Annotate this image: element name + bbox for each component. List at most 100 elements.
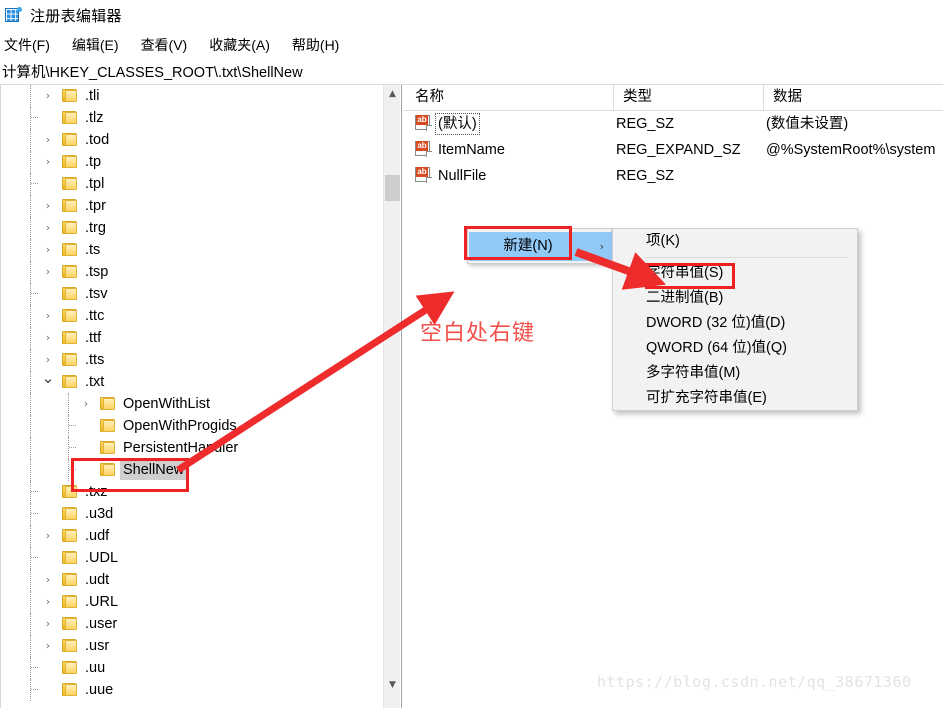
tree-item-txz[interactable]: .txz (0, 481, 383, 503)
chevron-right-icon[interactable]: › (41, 595, 55, 609)
folder-icon (62, 375, 77, 388)
context-menu-item-new[interactable]: 新建(N) › (469, 232, 612, 261)
folder-icon (62, 507, 77, 520)
chevron-right-icon[interactable]: › (41, 265, 55, 279)
tree-guide-line (30, 85, 31, 107)
tree-twig-line (31, 117, 38, 118)
tree-twig-line (31, 557, 38, 558)
tree-item-tod[interactable]: › .tod (0, 129, 383, 151)
value-row[interactable]: ab (默认) REG_SZ (数值未设置) (403, 111, 943, 137)
address-bar[interactable]: 计算机\HKEY_CLASSES_ROOT\.txt\ShellNew (0, 58, 943, 85)
tree-item-user[interactable]: › .user (0, 613, 383, 635)
chevron-right-icon[interactable]: › (41, 353, 55, 367)
tree-item-tts[interactable]: › .tts (0, 349, 383, 371)
tree-guide-line (30, 613, 31, 635)
chevron-down-icon[interactable]: ⌄ (41, 371, 55, 386)
tree-item-label: .udt (85, 572, 110, 588)
tree-guide-line (30, 415, 31, 437)
tree-item-tpl[interactable]: .tpl (0, 173, 383, 195)
tree-item-openwithprogids[interactable]: OpenWithProgids (0, 415, 383, 437)
chevron-right-icon[interactable]: › (41, 617, 55, 631)
value-row[interactable]: ab ItemName REG_EXPAND_SZ @%SystemRoot%\sys… (403, 137, 943, 163)
title-bar: 注册表编辑器 (0, 0, 943, 30)
tree-item-udt[interactable]: › .udt (0, 569, 383, 591)
chevron-right-icon[interactable]: › (79, 397, 93, 411)
chevron-right-icon[interactable]: › (41, 221, 55, 235)
menu-help[interactable]: 帮助(H) (281, 33, 350, 57)
tree-item-label: .tp (85, 154, 102, 170)
tree-item-ts[interactable]: › .ts (0, 239, 383, 261)
chevron-right-icon[interactable]: › (41, 639, 55, 653)
scroll-up-icon[interactable]: ▲ (384, 86, 401, 103)
scroll-down-icon[interactable]: ▼ (384, 677, 401, 694)
folder-icon (62, 111, 77, 124)
tree-item-tp[interactable]: › .tp (0, 151, 383, 173)
tree-item-uu[interactable]: .uu (0, 657, 383, 679)
chevron-right-icon[interactable]: › (41, 529, 55, 543)
tree-item-tsv[interactable]: .tsv (0, 283, 383, 305)
submenu-item-expandable-str[interactable]: 可扩充字符串值(E) (613, 386, 857, 411)
tree-item-label: .ttf (85, 330, 102, 346)
tree-item-persistenthandler[interactable]: PersistentHandler (0, 437, 383, 459)
folder-icon (62, 617, 77, 630)
menu-edit[interactable]: 编辑(E) (61, 33, 130, 57)
tree-item-label: .tod (85, 132, 110, 148)
tree-guide-line (30, 283, 31, 305)
tree-item-udl[interactable]: .UDL (0, 547, 383, 569)
tree-item-label: .u3d (85, 506, 114, 522)
chevron-right-icon: › (599, 240, 604, 253)
tree-item-tlz[interactable]: .tlz (0, 107, 383, 129)
tree-twig-line (69, 447, 76, 448)
tree-item-uue[interactable]: .uue (0, 679, 383, 701)
tree-item-ttf[interactable]: › .ttf (0, 327, 383, 349)
scrollbar-thumb[interactable] (385, 175, 400, 201)
menu-file[interactable]: 文件(F) (0, 33, 61, 57)
column-header-type[interactable]: 类型 (613, 85, 763, 110)
chevron-right-icon[interactable]: › (41, 89, 55, 103)
submenu-item-key[interactable]: 项(K) (613, 229, 857, 254)
tree-item-label: .uu (85, 660, 106, 676)
tree-scrollbar[interactable]: ▲ ▼ (383, 85, 400, 708)
tree-item-udf[interactable]: › .udf (0, 525, 383, 547)
menu-favorites[interactable]: 收藏夹(A) (198, 33, 281, 57)
tree-item-tli[interactable]: › .tli (0, 85, 383, 107)
tree-item-shellnew[interactable]: ShellNew (0, 459, 383, 481)
tree-item-usr[interactable]: › .usr (0, 635, 383, 657)
folder-icon (62, 353, 77, 366)
tree-item-tsp[interactable]: › .tsp (0, 261, 383, 283)
tree-item-label: .URL (85, 594, 119, 610)
chevron-right-icon[interactable]: › (41, 573, 55, 587)
tree-item-u3d[interactable]: .u3d (0, 503, 383, 525)
value-list-header: 名称 类型 数据 (403, 85, 943, 111)
tree-item-label: OpenWithList (123, 396, 211, 412)
value-data: (数值未设置) (766, 116, 849, 132)
tree-guide-line (30, 591, 31, 613)
context-menu[interactable]: 新建(N) › (467, 228, 612, 264)
submenu-item-dword-value[interactable]: DWORD (32 位)值(D) (613, 311, 857, 336)
chevron-right-icon[interactable]: › (41, 199, 55, 213)
submenu-item-binary-value[interactable]: 二进制值(B) (613, 286, 857, 311)
submenu-item-qword-value[interactable]: QWORD (64 位)值(Q) (613, 336, 857, 361)
tree-item-txt[interactable]: ⌄ .txt (0, 371, 383, 393)
chevron-right-icon[interactable]: › (41, 133, 55, 147)
tree-item-openwithlist[interactable]: › OpenWithList (0, 393, 383, 415)
folder-icon (62, 573, 77, 586)
chevron-right-icon[interactable]: › (41, 155, 55, 169)
new-submenu[interactable]: 项(K) 字符串值(S) 二进制值(B) DWORD (32 位)值(D) QW… (612, 228, 858, 411)
chevron-right-icon[interactable]: › (41, 331, 55, 345)
column-header-data[interactable]: 数据 (763, 85, 943, 110)
tree-item-tpr[interactable]: › .tpr (0, 195, 383, 217)
folder-icon (62, 243, 77, 256)
chevron-right-icon[interactable]: › (41, 309, 55, 323)
submenu-item-string-value[interactable]: 字符串值(S) (613, 261, 857, 286)
submenu-item-multi-string[interactable]: 多字符串值(M) (613, 361, 857, 386)
tree-item-ttc[interactable]: › .ttc (0, 305, 383, 327)
tree-item-url[interactable]: › .URL (0, 591, 383, 613)
menu-view[interactable]: 查看(V) (130, 33, 199, 57)
tree-item-trg[interactable]: › .trg (0, 217, 383, 239)
registry-tree-pane[interactable]: › .tli .tlz › .tod › .tp .tpl › .tpr › .trg › .ts › .ts… (0, 85, 402, 708)
column-header-name[interactable]: 名称 (403, 85, 613, 110)
value-row[interactable]: ab NullFile REG_SZ (403, 163, 943, 189)
chevron-right-icon[interactable]: › (41, 243, 55, 257)
tree-guide-line (30, 635, 31, 657)
